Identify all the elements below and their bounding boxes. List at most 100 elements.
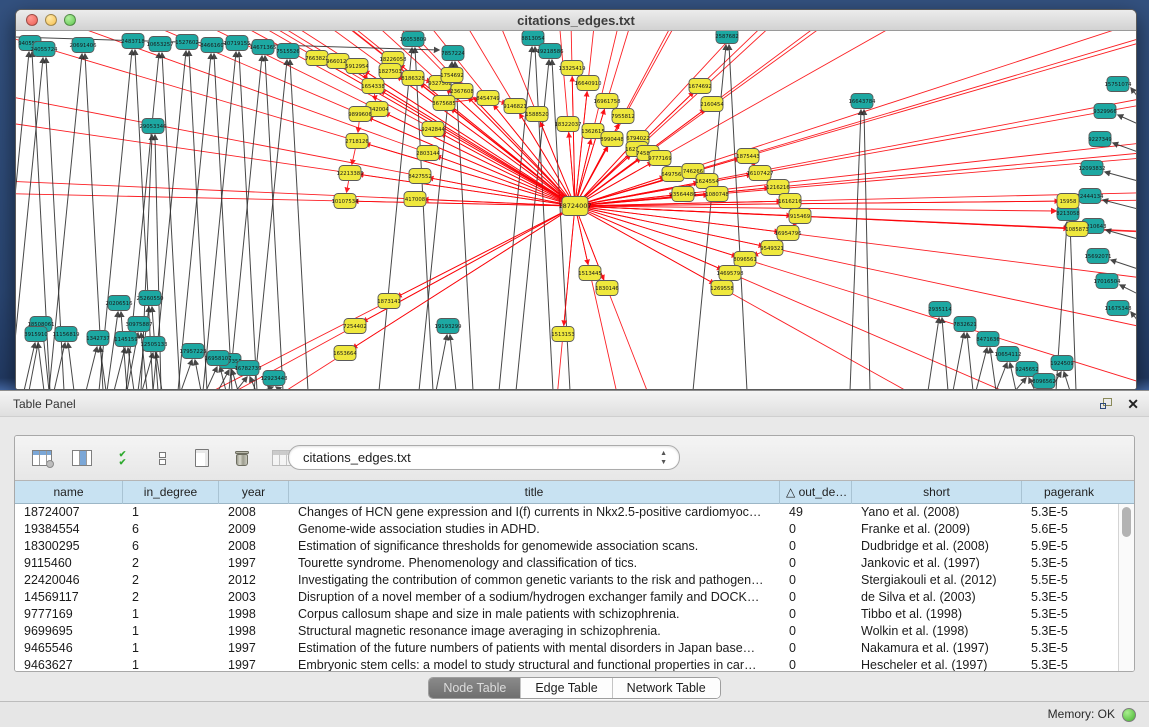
graph-node-label: 20206516 — [106, 301, 134, 307]
graph-node-label: 8471636 — [976, 337, 1000, 343]
column-header-short[interactable]: short — [852, 481, 1022, 504]
table-cell: Franke et al. (2009) — [852, 521, 1022, 538]
table-cell: 2008 — [219, 504, 289, 521]
table-scrollbar-thumb[interactable] — [1122, 507, 1131, 537]
table-row[interactable]: 2242004622012Investigating the contribut… — [15, 572, 1118, 589]
table-row[interactable]: 1938455462009Genome-wide association stu… — [15, 521, 1118, 538]
table-cell: 19384554 — [15, 521, 123, 538]
table-cell: 9115460 — [15, 555, 123, 572]
graph-node-label: 16640910 — [575, 81, 603, 87]
column-header-title[interactable]: title — [289, 481, 780, 504]
graph-node-label: 29053346 — [140, 124, 168, 130]
table-cell: 18724007 — [15, 504, 123, 521]
table-cell: 5.3E-5 — [1022, 589, 1116, 606]
network-canvas[interactable]: 9405572240557242069140624837181065325715… — [16, 31, 1136, 390]
graph-node-label: 30975887 — [126, 322, 153, 328]
tab-network-table[interactable]: Network Table — [613, 678, 720, 698]
table-row[interactable]: 977716911998Corpus callosum shape and si… — [15, 606, 1118, 623]
graph-node-label: 1513153 — [551, 332, 575, 338]
table-cell: 2 — [123, 572, 219, 589]
table-cell: Estimation of significance thresholds fo… — [289, 538, 780, 555]
graph-node-label: 1342737 — [86, 336, 110, 342]
graph-node-label: 16782739 — [235, 366, 262, 372]
table-row[interactable]: 946554611997Estimation of the future num… — [15, 640, 1118, 657]
table-cell: 5.3E-5 — [1022, 555, 1116, 572]
memory-status-label: Memory: OK — [1048, 702, 1115, 727]
table-cell: 2008 — [219, 538, 289, 555]
select-attributes-button[interactable]: ✔✔ — [109, 445, 135, 471]
graph-node-label: 14695798 — [717, 271, 745, 277]
column-header-name[interactable]: name — [15, 481, 123, 504]
column-header-pagerank[interactable]: pagerank — [1022, 481, 1116, 504]
table-cell: Changes of HCN gene expression and I(f) … — [289, 504, 780, 521]
table-mode-button[interactable] — [29, 445, 55, 471]
table-cell: 18300295 — [15, 538, 123, 555]
table-cell: 9465546 — [15, 640, 123, 657]
table-cell: 5.6E-5 — [1022, 521, 1116, 538]
graph-node-label: 16958107 — [205, 356, 232, 362]
table-cell: 2003 — [219, 589, 289, 606]
graph-node-label: 20691406 — [70, 43, 98, 49]
graph-node-label: 8186328 — [401, 76, 425, 82]
graph-node-label: 1827503 — [378, 69, 402, 75]
table-cell: 6 — [123, 538, 219, 555]
table-cell: 0 — [780, 606, 852, 623]
close-panel-icon[interactable]: ✕ — [1127, 397, 1139, 411]
network-window-titlebar[interactable]: citations_edges.txt — [16, 10, 1136, 31]
table-cell: Structural magnetic resonance image aver… — [289, 623, 780, 640]
graph-node-label: 3675685 — [432, 101, 456, 107]
graph-node-label: 10719155 — [224, 41, 251, 47]
row-height-button[interactable] — [149, 445, 175, 471]
graph-node-label: 16643784 — [849, 99, 877, 105]
graph-node-label: 1269558 — [710, 286, 734, 292]
network-window: citations_edges.txt 94055722405572420691… — [15, 9, 1137, 390]
graph-node-label: 18226058 — [380, 57, 408, 63]
tab-node-table[interactable]: Node Table — [429, 678, 521, 698]
table-cell: Nakamura et al. (1997) — [852, 640, 1022, 657]
graph-node-label: 15958 — [1060, 199, 1077, 205]
table-row[interactable]: 911546021997Tourette syndrome. Phenomeno… — [15, 555, 1118, 572]
table-row[interactable]: 1830029562008Estimation of significance … — [15, 538, 1118, 555]
graph-node-label: 8813054 — [521, 36, 545, 42]
table-row[interactable]: 969969511998Structural magnetic resonanc… — [15, 623, 1118, 640]
graph-node-label: 8454749 — [476, 96, 500, 102]
create-column-button[interactable] — [189, 445, 215, 471]
table-selector-dropdown[interactable]: citations_edges.txt ▲▼ — [288, 445, 680, 470]
graph-node-label: 12444134 — [1077, 194, 1105, 200]
column-header-out_de[interactable]: △ out_de… — [780, 481, 852, 504]
delete-column-button[interactable] — [229, 445, 255, 471]
table-cell: 0 — [780, 657, 852, 671]
table-panel-titlebar[interactable]: Table Panel ✕ — [0, 391, 1149, 417]
column-header-year[interactable]: year — [219, 481, 289, 504]
table-cell: Tourette syndrome. Phenomenology and cla… — [289, 555, 780, 572]
table-cell: 1997 — [219, 657, 289, 671]
tab-edge-table[interactable]: Edge Table — [521, 678, 612, 698]
graph-node-label: 2935114 — [928, 307, 952, 313]
table-scrollbar[interactable] — [1118, 504, 1134, 671]
table-cell: Yano et al. (2008) — [852, 504, 1022, 521]
table-cell: 1998 — [219, 623, 289, 640]
float-panel-icon[interactable] — [1100, 398, 1113, 410]
table-row[interactable]: 1456911722003Disruption of a novel membe… — [15, 589, 1118, 606]
graph-node-label: 1830146 — [595, 286, 619, 292]
table-cell: Corpus callosum shape and size in male p… — [289, 606, 780, 623]
table-cell: 5.3E-5 — [1022, 657, 1116, 671]
graph-node-label: 915469 — [790, 214, 810, 220]
graph-node-label: 12213383 — [337, 171, 364, 177]
graph-node-label: 12093832 — [1079, 166, 1106, 172]
table-row[interactable]: 1872400712008Changes of HCN gene express… — [15, 504, 1118, 521]
graph-node-label: 5912954 — [345, 64, 369, 70]
column-header-in_degree[interactable]: in_degree — [123, 481, 219, 504]
table-cell: 22420046 — [15, 572, 123, 589]
graph-node-label: 2718126 — [345, 139, 369, 145]
graph-node-label: 10107534 — [332, 199, 360, 205]
graph-node-label: 2803144 — [416, 151, 440, 157]
citation-graph[interactable]: 9405572240557242069140624837181065325715… — [16, 31, 1136, 390]
graph-node-label: 7832621 — [953, 322, 977, 328]
graph-node-label: 1653664 — [333, 351, 357, 357]
show-columns-button[interactable] — [69, 445, 95, 471]
table-mode-icon — [32, 450, 52, 466]
graph-node-label: 8990448 — [600, 137, 624, 143]
table-cell: 5.5E-5 — [1022, 572, 1116, 589]
table-row[interactable]: 946362711997Embryonic stem cells: a mode… — [15, 657, 1118, 671]
